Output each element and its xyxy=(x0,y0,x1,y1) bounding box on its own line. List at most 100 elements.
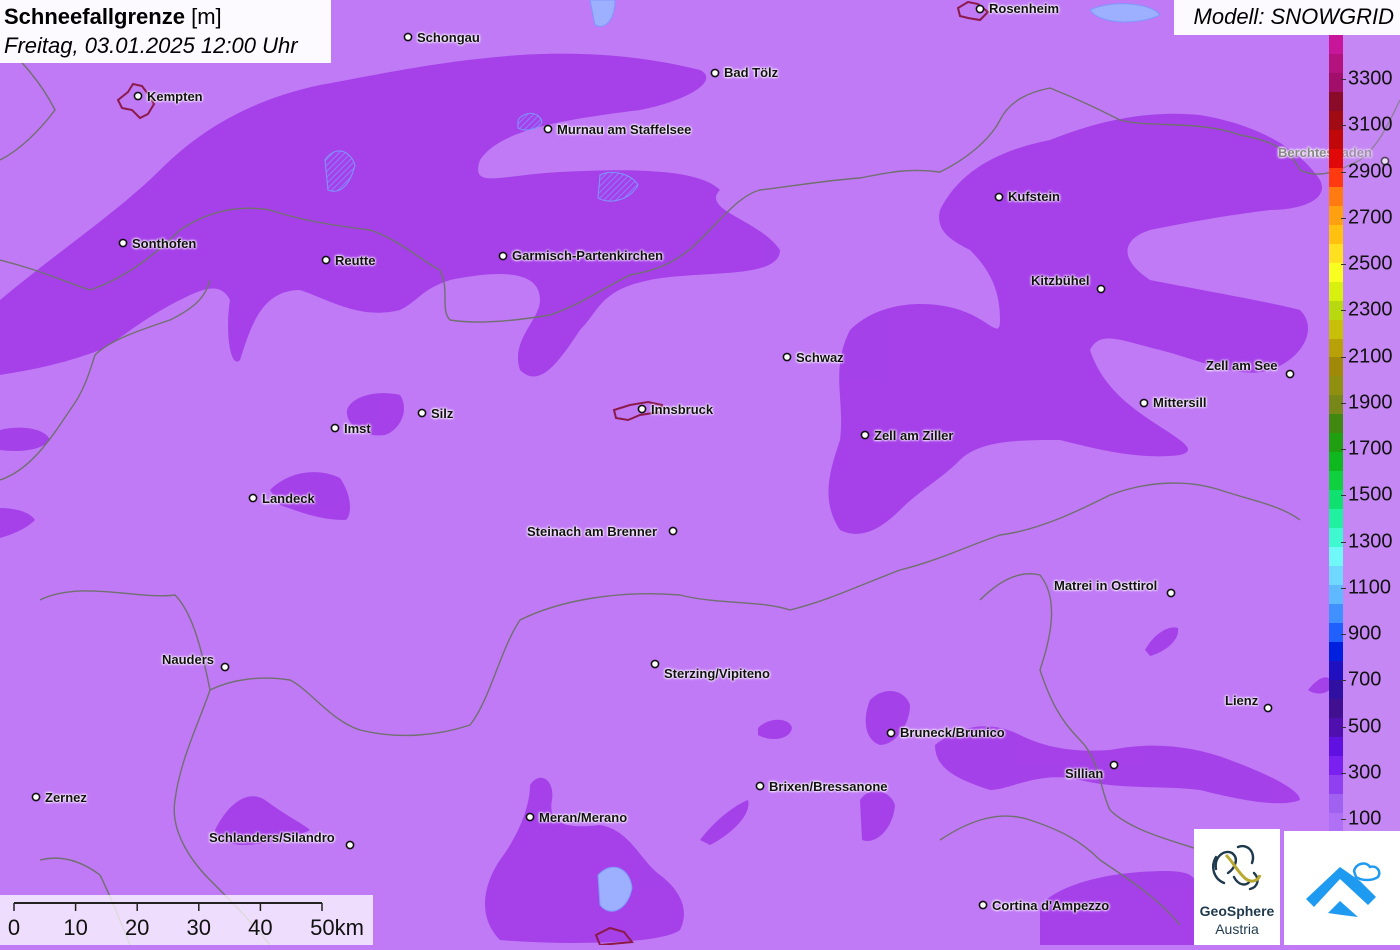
legend-swatch xyxy=(1329,129,1343,149)
city-marker[interactable] xyxy=(220,662,230,672)
city-marker[interactable] xyxy=(755,781,765,791)
city-marker[interactable] xyxy=(31,792,41,802)
city-marker[interactable] xyxy=(417,408,427,418)
city-label[interactable]: Schongau xyxy=(417,31,480,45)
snowgrid-mountain-icon xyxy=(1306,862,1381,917)
city-marker[interactable] xyxy=(345,840,355,850)
snowfall-map[interactable] xyxy=(0,0,1400,945)
city-marker[interactable] xyxy=(860,430,870,440)
city-marker[interactable] xyxy=(710,68,720,78)
legend-label: 3300 xyxy=(1348,67,1393,90)
city-marker[interactable] xyxy=(403,32,413,42)
city-label[interactable]: Murnau am Staffelsee xyxy=(557,123,691,137)
legend-color-bar xyxy=(1329,35,1343,832)
city-marker[interactable] xyxy=(1285,369,1295,379)
city-label[interactable]: Bad Tölz xyxy=(724,66,778,80)
geosphere-name: GeoSphere xyxy=(1199,903,1275,919)
legend-swatch xyxy=(1329,110,1343,130)
city-marker[interactable] xyxy=(1166,588,1176,598)
legend-tick xyxy=(1341,264,1346,265)
city-label[interactable]: Silz xyxy=(431,407,453,421)
city-marker[interactable] xyxy=(321,255,331,265)
city-label[interactable]: Schlanders/Silandro xyxy=(209,831,335,845)
city-marker[interactable] xyxy=(133,91,143,101)
city-marker[interactable] xyxy=(650,659,660,669)
city-marker[interactable] xyxy=(978,900,988,910)
legend-swatch xyxy=(1329,186,1343,206)
city-marker[interactable] xyxy=(668,526,678,536)
city-marker[interactable] xyxy=(330,423,340,433)
city-label[interactable]: Schwaz xyxy=(796,351,844,365)
city-marker[interactable] xyxy=(498,251,508,261)
city-label[interactable]: Rosenheim xyxy=(989,2,1059,16)
map-title-unit: [m] xyxy=(191,4,222,29)
legend-tick xyxy=(1341,772,1346,774)
city-marker[interactable] xyxy=(975,4,985,14)
city-label[interactable]: Cortina d'Ampezzo xyxy=(992,899,1109,913)
city-marker[interactable] xyxy=(1139,398,1149,408)
city-label[interactable]: Lienz xyxy=(1225,694,1258,708)
geosphere-logo: GeoSphere Austria xyxy=(1194,829,1280,945)
city-label[interactable]: Meran/Merano xyxy=(539,811,627,825)
city-marker[interactable] xyxy=(525,812,535,822)
city-label[interactable]: Sillian xyxy=(1065,767,1103,781)
city-label[interactable]: Sterzing/Vipiteno xyxy=(664,667,770,681)
legend-label: 900 xyxy=(1348,622,1382,645)
legend-swatch xyxy=(1329,793,1343,813)
legend-swatch xyxy=(1329,338,1343,358)
city-label[interactable]: Steinach am Brenner xyxy=(527,525,657,539)
city-label[interactable]: Kempten xyxy=(147,90,203,104)
city-marker[interactable] xyxy=(886,728,896,738)
city-marker[interactable] xyxy=(248,493,258,503)
legend-tick xyxy=(1341,402,1346,404)
city-marker[interactable] xyxy=(118,238,128,248)
city-marker[interactable] xyxy=(994,192,1004,202)
legend-tick xyxy=(1341,217,1346,219)
city-label[interactable]: Bruneck/Brunico xyxy=(900,726,1005,740)
scale-label: 0 xyxy=(7,915,21,940)
legend-label: 500 xyxy=(1348,715,1382,737)
city-label[interactable]: Kufstein xyxy=(1008,190,1060,204)
color-legend: 3300 3100 2900 2700 2500 2300 2100 1900 1700 1500… xyxy=(1329,35,1400,832)
legend-label: 2900 xyxy=(1348,160,1393,182)
city-marker[interactable] xyxy=(1096,284,1106,294)
legend-label: 1100 xyxy=(1348,576,1392,599)
legend-swatch xyxy=(1329,679,1343,699)
city-label[interactable]: Zernez xyxy=(45,791,87,805)
city-marker[interactable] xyxy=(782,352,792,362)
legend-swatch xyxy=(1329,812,1343,832)
map-title-variable: Schneefallgrenze xyxy=(4,4,185,29)
legend-label: 1900 xyxy=(1348,391,1393,414)
legend-swatch xyxy=(1329,452,1343,472)
scale-label: 20 xyxy=(124,915,150,940)
geosphere-sub: Austria xyxy=(1215,921,1259,937)
city-label[interactable]: Garmisch-Partenkirchen xyxy=(512,249,663,263)
city-marker[interactable] xyxy=(637,404,647,414)
legend-swatch xyxy=(1329,35,1343,54)
legend-tick xyxy=(1341,541,1346,543)
city-label[interactable]: Zell am See xyxy=(1206,359,1278,373)
city-label[interactable]: Innsbruck xyxy=(651,403,713,417)
city-label[interactable]: Kitzbühel xyxy=(1031,274,1090,288)
legend-label: 2700 xyxy=(1348,206,1393,229)
city-label[interactable]: Reutte xyxy=(335,254,375,268)
legend-tick xyxy=(1341,726,1346,728)
city-label[interactable]: Sonthofen xyxy=(132,237,196,251)
city-label[interactable]: Imst xyxy=(344,422,371,436)
city-label[interactable]: Landeck xyxy=(262,492,315,506)
legend-label: 1300 xyxy=(1348,530,1393,552)
city-label[interactable]: Nauders xyxy=(162,653,214,667)
city-label[interactable]: Zell am Ziller xyxy=(874,429,953,443)
scale-label: 30 xyxy=(186,915,212,940)
city-marker[interactable] xyxy=(543,124,553,134)
legend-swatch xyxy=(1329,224,1343,244)
title-box: Schneefallgrenze [m] Freitag, 03.01.2025… xyxy=(0,0,331,63)
legend-tick xyxy=(1341,310,1346,312)
city-marker[interactable] xyxy=(1263,703,1273,713)
legend-swatch xyxy=(1329,414,1343,434)
legend-label: 700 xyxy=(1348,668,1382,691)
city-marker[interactable] xyxy=(1109,760,1119,770)
city-label[interactable]: Brixen/Bressanone xyxy=(769,780,888,794)
city-label[interactable]: Matrei in Osttirol xyxy=(1054,579,1157,593)
city-label[interactable]: Mittersill xyxy=(1153,396,1206,410)
